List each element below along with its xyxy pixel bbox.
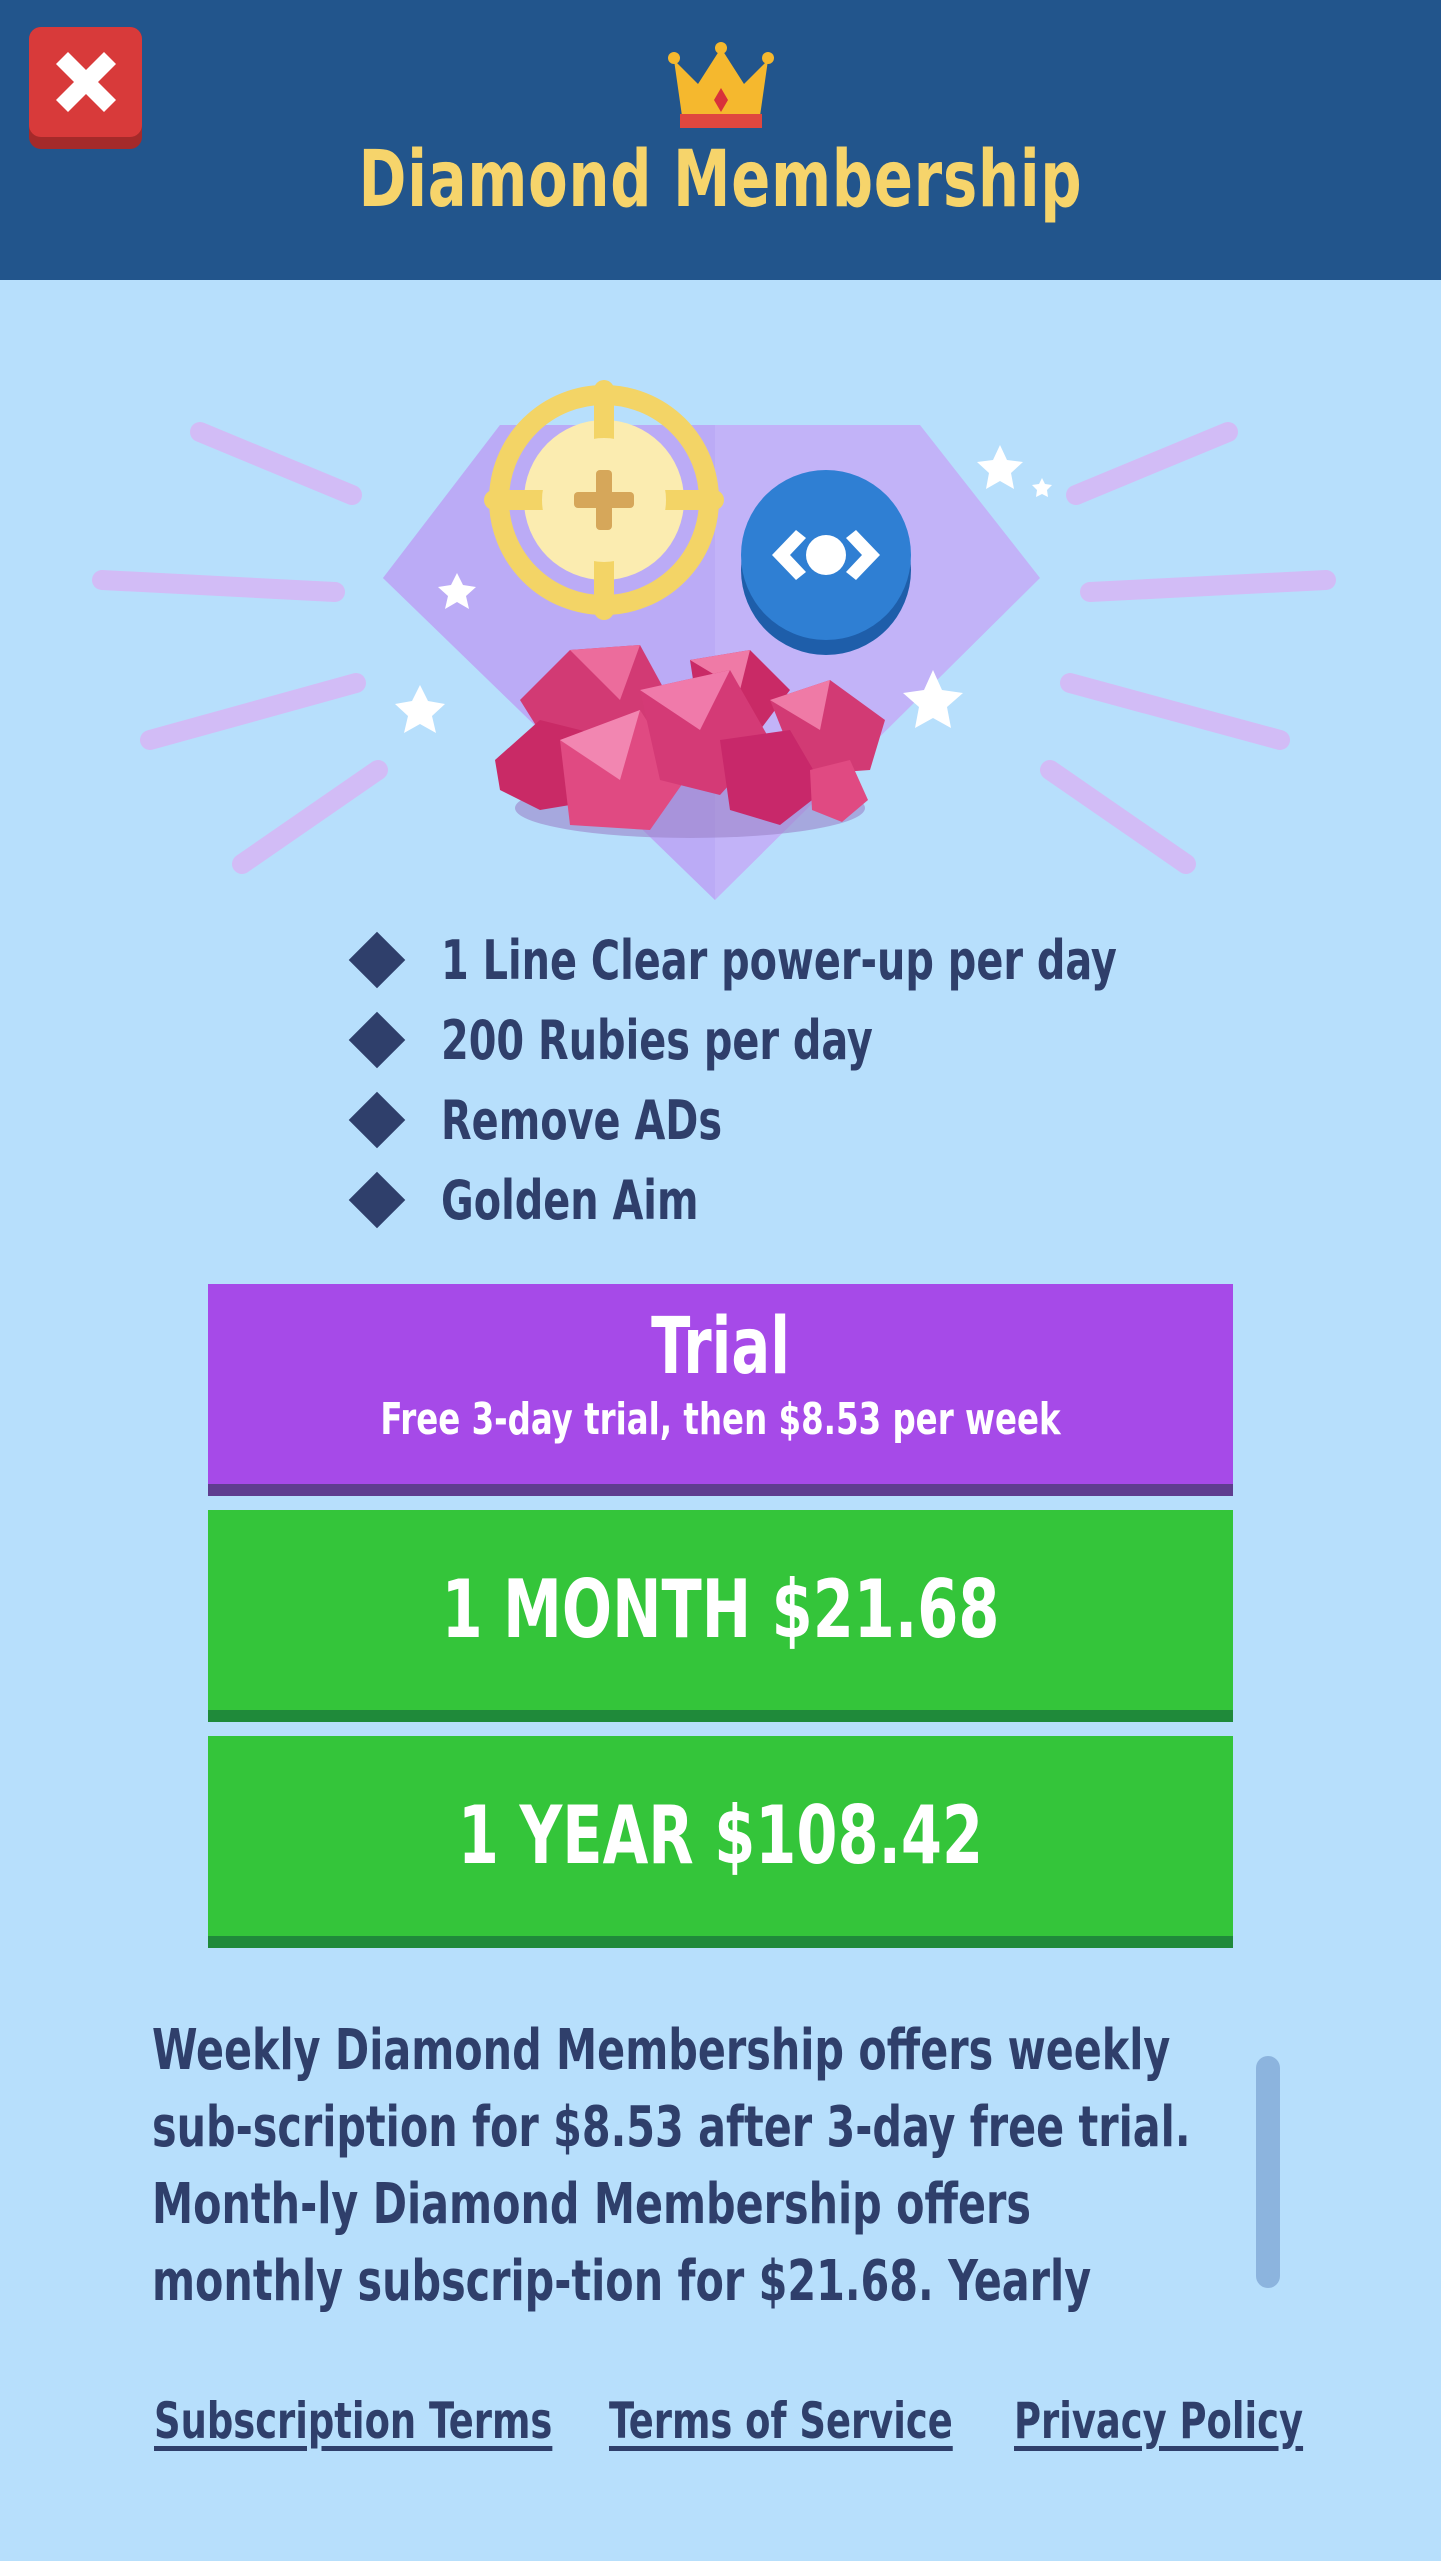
bullet-diamond-icon	[348, 1091, 406, 1149]
feature-item: Remove ADs	[345, 1080, 1265, 1160]
header-bar: Diamond Membership	[0, 0, 1441, 280]
feature-item: Golden Aim	[345, 1160, 1265, 1240]
trial-plan-subtitle: Free 3-day trial, then $8.53 per week	[380, 1394, 1061, 1445]
yearly-plan-button[interactable]: 1 YEAR $108.42	[208, 1736, 1233, 1948]
trial-plan-title: Trial	[651, 1302, 790, 1392]
close-button[interactable]	[29, 27, 142, 149]
close-x-icon	[29, 27, 142, 137]
bullet-diamond-icon	[348, 1011, 406, 1069]
subscription-description: Weekly Diamond Membership offers weekly …	[152, 2018, 1191, 2312]
yearly-plan-label: 1 YEAR $108.42	[457, 1789, 984, 1882]
description-scrollbar[interactable]	[1256, 2056, 1280, 2288]
subscription-terms-link[interactable]: Subscription Terms	[154, 2392, 552, 2450]
feature-item: 200 Rubies per day	[345, 1000, 1265, 1080]
feature-list: 1 Line Clear power-up per day 200 Rubies…	[345, 920, 1265, 1240]
monthly-plan-button[interactable]: 1 MONTH $21.68	[208, 1510, 1233, 1722]
privacy-policy-link[interactable]: Privacy Policy	[1014, 2392, 1303, 2450]
trial-plan-button[interactable]: Trial Free 3-day trial, then $8.53 per w…	[208, 1284, 1233, 1496]
bullet-diamond-icon	[348, 1171, 406, 1229]
crown-icon	[668, 42, 774, 128]
feature-item: 1 Line Clear power-up per day	[345, 920, 1265, 1000]
page-title: Diamond Membership	[358, 135, 1083, 225]
membership-rewards-illustration	[92, 380, 1336, 900]
monthly-plan-label: 1 MONTH $21.68	[441, 1563, 1000, 1656]
terms-of-service-link[interactable]: Terms of Service	[609, 2392, 953, 2450]
line-clear-icon	[741, 470, 911, 655]
bullet-diamond-icon	[348, 931, 406, 989]
